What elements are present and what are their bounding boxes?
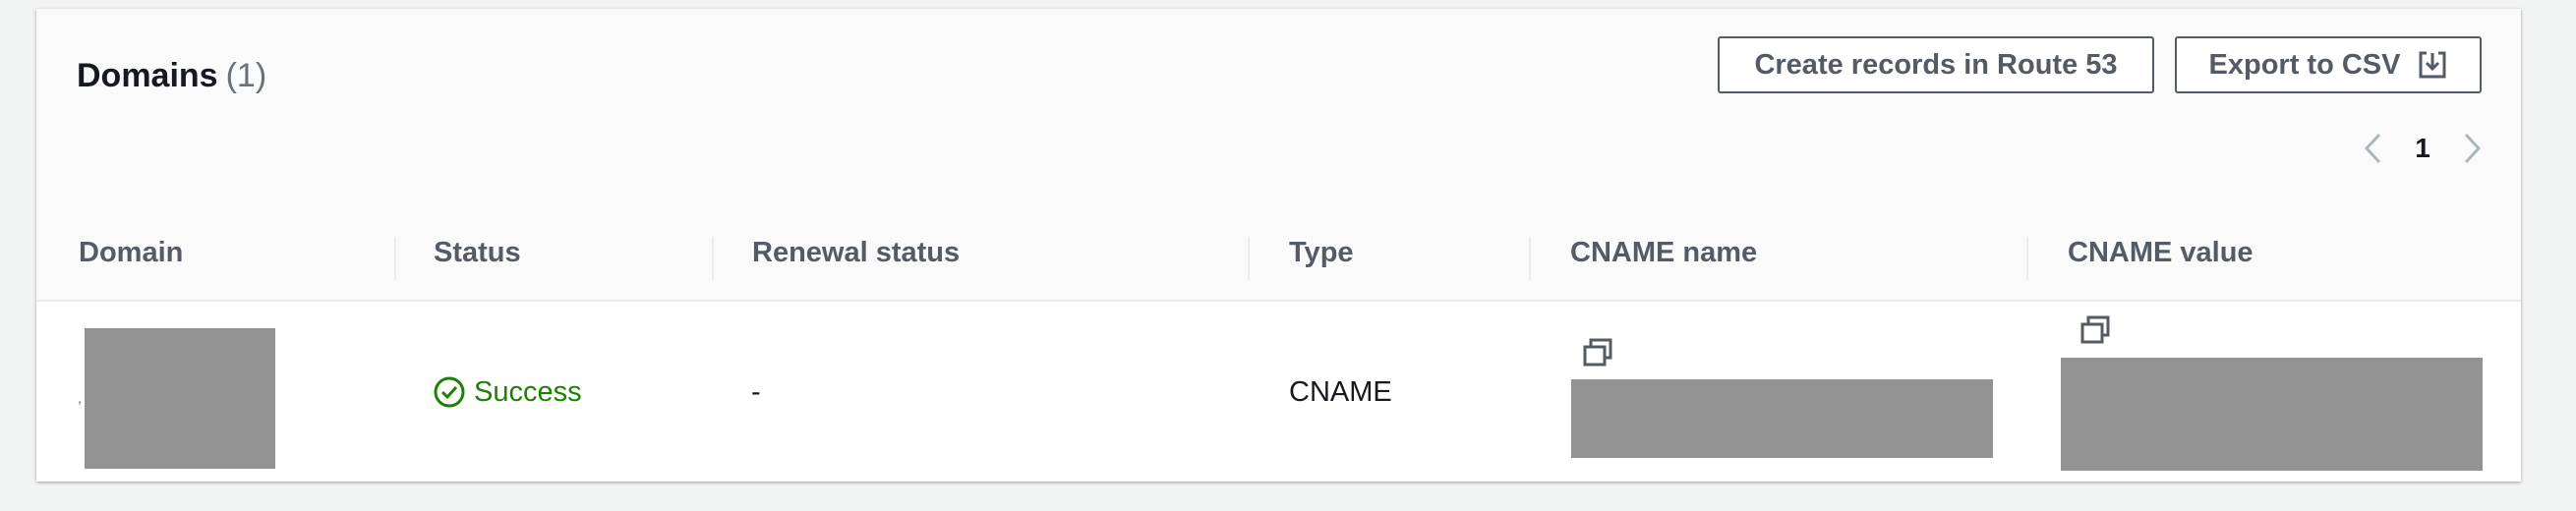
title-text: Domains <box>77 57 218 94</box>
column-divider[interactable] <box>712 237 714 280</box>
type-cell: CNAME <box>1289 375 1392 408</box>
table-row: , Success - CNAME <box>36 302 2521 482</box>
chevron-right-icon[interactable] <box>2462 131 2484 166</box>
column-divider[interactable] <box>1248 237 1250 280</box>
check-circle-icon <box>434 376 465 408</box>
domain-count: (1) <box>225 57 267 94</box>
renewal-status-cell: - <box>751 375 761 408</box>
cname-name-redacted <box>1571 379 1993 458</box>
copy-icon[interactable] <box>1582 337 1613 369</box>
panel-header: Domains (1) Create records in Route 53 Ex… <box>36 9 2521 207</box>
column-divider[interactable] <box>1529 237 1531 280</box>
column-header-domain[interactable]: Domain <box>79 205 183 300</box>
status-text: Success <box>474 375 582 408</box>
create-route53-records-label: Create records in Route 53 <box>1754 48 2118 81</box>
cname-value-redacted <box>2061 358 2483 471</box>
column-divider[interactable] <box>394 237 396 280</box>
status-cell: Success <box>433 370 582 414</box>
domain-marker: , <box>78 390 82 406</box>
column-divider[interactable] <box>2026 237 2028 280</box>
column-header-renewal-status[interactable]: Renewal status <box>752 205 960 300</box>
domains-panel: Domains (1) Create records in Route 53 Ex… <box>36 9 2521 482</box>
column-header-type[interactable]: Type <box>1289 205 1354 300</box>
export-csv-button[interactable]: Export to CSV <box>2175 36 2482 93</box>
column-header-status[interactable]: Status <box>434 205 521 300</box>
download-icon <box>2419 51 2446 79</box>
domain-redacted <box>85 328 275 469</box>
pagination: 1 <box>2362 129 2484 168</box>
chevron-left-icon[interactable] <box>2362 131 2383 166</box>
create-route53-records-button[interactable]: Create records in Route 53 <box>1718 36 2154 93</box>
page-title: Domains (1) <box>77 54 266 97</box>
column-header-cname-value[interactable]: CNAME value <box>2068 205 2254 300</box>
column-header-cname-name[interactable]: CNAME name <box>1570 205 1757 300</box>
current-page[interactable]: 1 <box>2413 133 2432 164</box>
copy-icon[interactable] <box>2079 314 2111 346</box>
export-csv-label: Export to CSV <box>2208 48 2401 81</box>
table-header-row: Domain Status Renewal status Type CNAME … <box>36 205 2521 302</box>
